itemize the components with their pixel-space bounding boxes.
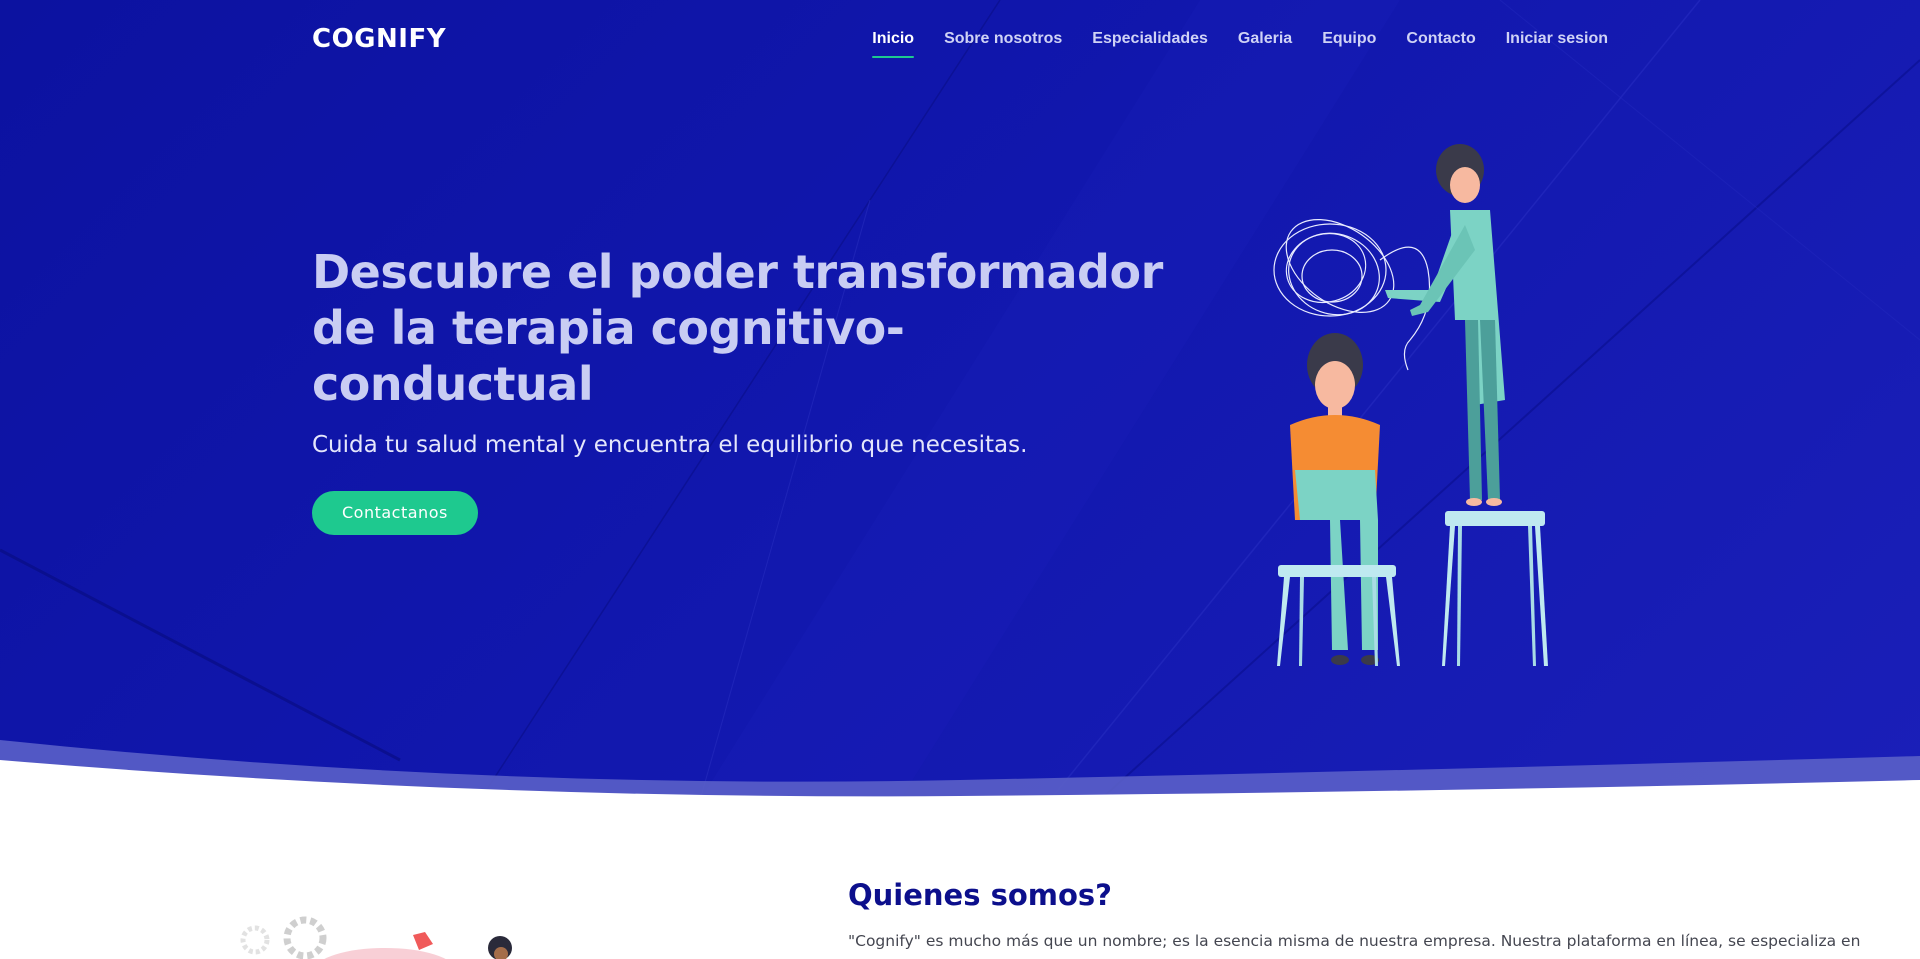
nav-item-inicio[interactable]: Inicio xyxy=(872,30,914,58)
contact-button[interactable]: Contactanos xyxy=(312,491,478,535)
hero-section: COGNIFY Inicio Sobre nosotros Especialid… xyxy=(0,0,1920,800)
nav-item-sobre-nosotros[interactable]: Sobre nosotros xyxy=(944,30,1062,56)
hero-subtitle: Cuida tu salud mental y encuentra el equ… xyxy=(312,432,1028,458)
main-nav: Inicio Sobre nosotros Especialidades Gal… xyxy=(872,30,1608,58)
about-title: Quienes somos? xyxy=(848,878,1112,912)
nav-item-equipo[interactable]: Equipo xyxy=(1322,30,1376,56)
site-header: COGNIFY Inicio Sobre nosotros Especialid… xyxy=(312,22,1608,62)
nav-item-contacto[interactable]: Contacto xyxy=(1406,30,1475,56)
hero-content: Descubre el poder transformador de la te… xyxy=(312,244,1172,535)
therapy-scene-illustration xyxy=(1273,144,1548,666)
hero-title: Descubre el poder transformador de la te… xyxy=(312,245,1163,411)
nav-item-iniciar-sesion[interactable]: Iniciar sesion xyxy=(1506,30,1608,56)
nav-item-galeria[interactable]: Galeria xyxy=(1238,30,1292,56)
nav-item-especialidades[interactable]: Especialidades xyxy=(1092,30,1208,56)
about-illustration xyxy=(235,910,535,959)
site-logo[interactable]: COGNIFY xyxy=(312,24,446,54)
about-text: "Cognify" es mucho más que un nombre; es… xyxy=(848,932,1861,950)
about-section: Quienes somos? "Cognify" es mucho más qu… xyxy=(848,878,1908,950)
hero-wave-divider xyxy=(0,740,1920,820)
